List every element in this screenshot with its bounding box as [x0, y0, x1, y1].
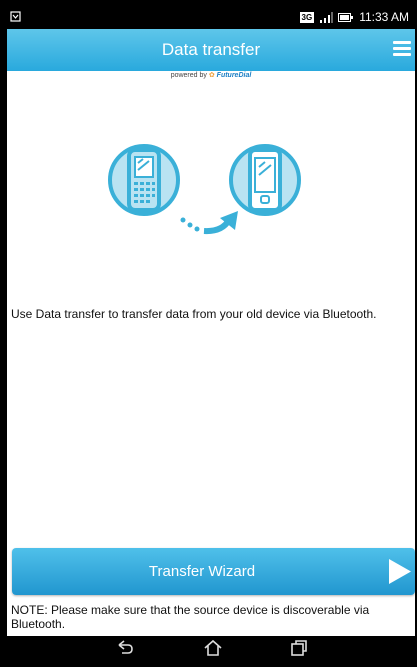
app-screen: 3G 11:33 AM Data transfer powered by ✿ F… [7, 7, 415, 660]
transfer-wizard-label: Transfer Wizard [148, 563, 256, 580]
battery-icon [338, 12, 354, 22]
transfer-illustration [107, 132, 307, 257]
home-icon[interactable] [203, 639, 223, 657]
old-phone-icon [108, 144, 180, 216]
powered-by-brand: FutureDial [216, 72, 252, 79]
title-bar: Data transfer [7, 29, 415, 71]
recent-apps-icon[interactable] [289, 639, 309, 657]
transfer-arrow-icon [180, 211, 238, 235]
powered-by: powered by ✿ FutureDial [7, 71, 415, 83]
navigation-bar [7, 636, 415, 660]
futuredial-logo-icon: ✿ [208, 72, 215, 79]
transfer-wizard-button[interactable]: Transfer Wizard [12, 548, 415, 595]
menu-icon[interactable] [393, 41, 411, 59]
play-arrow-icon [389, 559, 411, 584]
status-time: 11:33 AM [359, 10, 409, 24]
page-title: Data transfer [161, 40, 261, 59]
signal-icon [320, 11, 334, 23]
powered-by-prefix: powered by [170, 72, 207, 79]
description-text: Use Data transfer to transfer data from … [11, 307, 377, 321]
smartphone-icon [229, 144, 301, 216]
network-type-badge: 3G [299, 11, 315, 23]
notification-icon [10, 11, 21, 25]
back-icon[interactable] [115, 639, 135, 657]
status-bar: 3G 11:33 AM [7, 7, 415, 29]
note-text: NOTE: Please make sure that the source d… [11, 603, 370, 631]
